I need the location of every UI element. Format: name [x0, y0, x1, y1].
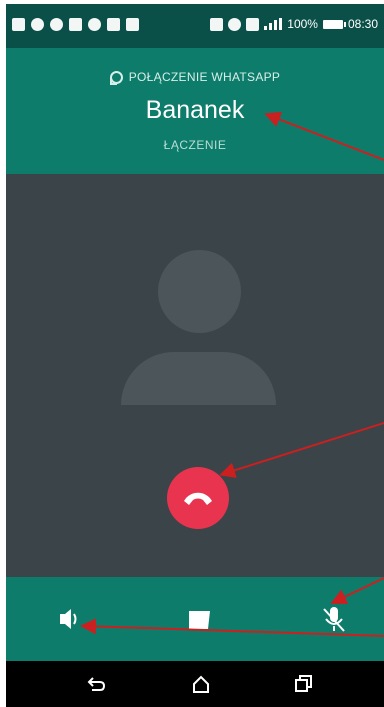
message-icon [12, 18, 25, 31]
nfc-icon [210, 17, 224, 31]
back-button[interactable] [82, 671, 112, 697]
app-icon [50, 18, 63, 31]
battery-percent: 100% [287, 17, 318, 31]
mute-button[interactable] [312, 599, 356, 639]
recent-apps-button[interactable] [288, 671, 318, 697]
avatar-body [121, 352, 276, 405]
home-button[interactable] [186, 671, 216, 697]
speaker-button[interactable] [46, 599, 90, 639]
recent-apps-icon [295, 675, 312, 692]
call-header: POŁĄCZENIE WHATSAPP Bananek ŁĄCZENIE [6, 48, 384, 174]
signal-icon [264, 18, 283, 30]
back-icon [87, 677, 106, 691]
avatar [121, 250, 276, 405]
hang-up-icon [184, 492, 212, 505]
alarm-icon [228, 17, 242, 31]
flipboard-icon [69, 18, 82, 31]
battery-icon [322, 19, 346, 29]
contact-name: Bananek [145, 96, 245, 124]
message-icon [189, 611, 210, 629]
avatar-head [158, 250, 241, 333]
message-button[interactable] [177, 599, 221, 639]
call-controls [6, 577, 384, 661]
call-type-label: POŁĄCZENIE WHATSAPP [128, 70, 281, 84]
speaker-icon [60, 609, 77, 629]
home-icon [193, 675, 209, 693]
call-screen: 100% 08:30 POŁĄCZENIE WHATSAPP Bananek Ł… [6, 4, 384, 707]
wifi-icon [246, 17, 260, 31]
call-body [6, 174, 384, 577]
notification-icons [12, 18, 139, 31]
end-call-button[interactable] [167, 467, 229, 529]
app-icon [31, 18, 44, 31]
call-status: ŁĄCZENIE [163, 138, 227, 152]
status-right: 100% 08:30 [210, 17, 378, 31]
status-bar: 100% 08:30 [6, 4, 384, 48]
whatsapp-icon [109, 70, 123, 84]
calendar-icon [126, 18, 139, 31]
phone-icon [88, 18, 101, 31]
navigation-bar [6, 661, 384, 707]
mute-microphone-icon [323, 607, 345, 632]
device-icon [107, 18, 120, 31]
clock: 08:30 [347, 17, 378, 31]
call-type: POŁĄCZENIE WHATSAPP [6, 70, 384, 84]
